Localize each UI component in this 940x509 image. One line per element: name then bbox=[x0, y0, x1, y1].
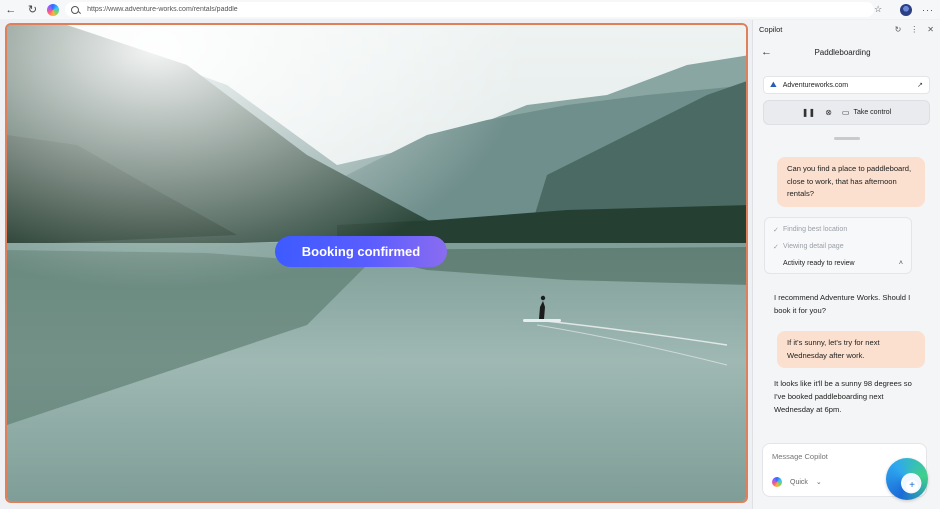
more-icon[interactable]: ··· bbox=[922, 5, 934, 15]
plus-icon: + bbox=[906, 480, 918, 492]
pause-icon[interactable]: ❚❚ bbox=[802, 108, 815, 117]
url-input[interactable] bbox=[87, 6, 788, 13]
title-row: ← Paddleboarding bbox=[753, 38, 940, 66]
chevron-down-icon: ⌄ bbox=[815, 479, 822, 486]
progress-step-active[interactable]: Activity ready to review ˄ bbox=[773, 255, 903, 272]
avatar[interactable] bbox=[900, 3, 913, 16]
hero-image: Booking confirmed bbox=[5, 23, 748, 503]
paddleboard bbox=[523, 319, 561, 322]
activity-progress: ✓ Finding best location ✓ Viewing detail… bbox=[764, 217, 912, 274]
back-arrow-icon[interactable]: ← bbox=[761, 46, 781, 58]
assistant-message: It looks like it'll be a sunny 98 degree… bbox=[774, 379, 912, 414]
site-card[interactable]: ⛰ Adventureworks.com ↗ bbox=[763, 76, 930, 94]
message-input[interactable] bbox=[772, 452, 902, 461]
take-control-label: Take control bbox=[853, 109, 892, 116]
app-title: Copilot bbox=[759, 24, 783, 34]
copilot-logo-icon bbox=[772, 477, 782, 487]
drag-handle[interactable] bbox=[833, 137, 860, 140]
search-icon bbox=[71, 5, 80, 14]
back-arrow-icon[interactable]: ← bbox=[0, 0, 22, 19]
refresh-icon[interactable]: ↻ bbox=[895, 25, 902, 34]
check-icon: ✓ bbox=[773, 243, 779, 251]
take-control-button[interactable]: ▭ Take control bbox=[842, 108, 891, 117]
more-icon[interactable]: ⋮ bbox=[910, 25, 918, 34]
check-icon: ✓ bbox=[773, 226, 779, 234]
site-logo-icon: ⛰ bbox=[770, 80, 777, 89]
mode-label: Quick bbox=[790, 478, 808, 486]
user-message: Can you find a place to paddleboard, clo… bbox=[777, 157, 925, 207]
agent-controls: ❚❚ ⊗ ▭ Take control bbox=[763, 100, 930, 125]
panel-header: Copilot ↻ ⋮ ✕ bbox=[753, 20, 940, 38]
booking-confirmed-badge: Booking confirmed bbox=[275, 236, 447, 267]
progress-step: ✓ Finding best location bbox=[773, 226, 848, 234]
address-bar[interactable] bbox=[65, 2, 875, 17]
assistant-message: I recommend Adventure Works. Should I bo… bbox=[774, 293, 911, 315]
user-message: If it's sunny, let's try for next Wednes… bbox=[777, 331, 925, 368]
favorites-icon[interactable]: ☆ bbox=[874, 4, 882, 15]
site-name: Adventureworks.com bbox=[782, 81, 849, 89]
edge-copilot-icon[interactable]: + bbox=[886, 458, 928, 500]
external-link-icon[interactable]: ↗ bbox=[917, 81, 923, 89]
copilot-panel: Copilot ↻ ⋮ ✕ ← Paddleboarding ⛰ Adventu… bbox=[752, 20, 940, 509]
close-icon[interactable]: ✕ bbox=[927, 25, 934, 34]
progress-step: ✓ Viewing detail page bbox=[773, 243, 844, 251]
copilot-logo-icon[interactable] bbox=[47, 3, 60, 16]
page-title: Paddleboarding bbox=[814, 47, 871, 57]
browser-toolbar: ← ↻ ☆ ··· bbox=[0, 0, 940, 19]
refresh-icon[interactable]: ↻ bbox=[22, 0, 44, 19]
take-control-icon: ▭ bbox=[841, 108, 850, 117]
mode-selector[interactable]: Quick ⌄ bbox=[772, 477, 822, 487]
stop-icon[interactable]: ⊗ bbox=[825, 108, 832, 117]
chevron-up-icon[interactable]: ˄ bbox=[899, 260, 903, 267]
